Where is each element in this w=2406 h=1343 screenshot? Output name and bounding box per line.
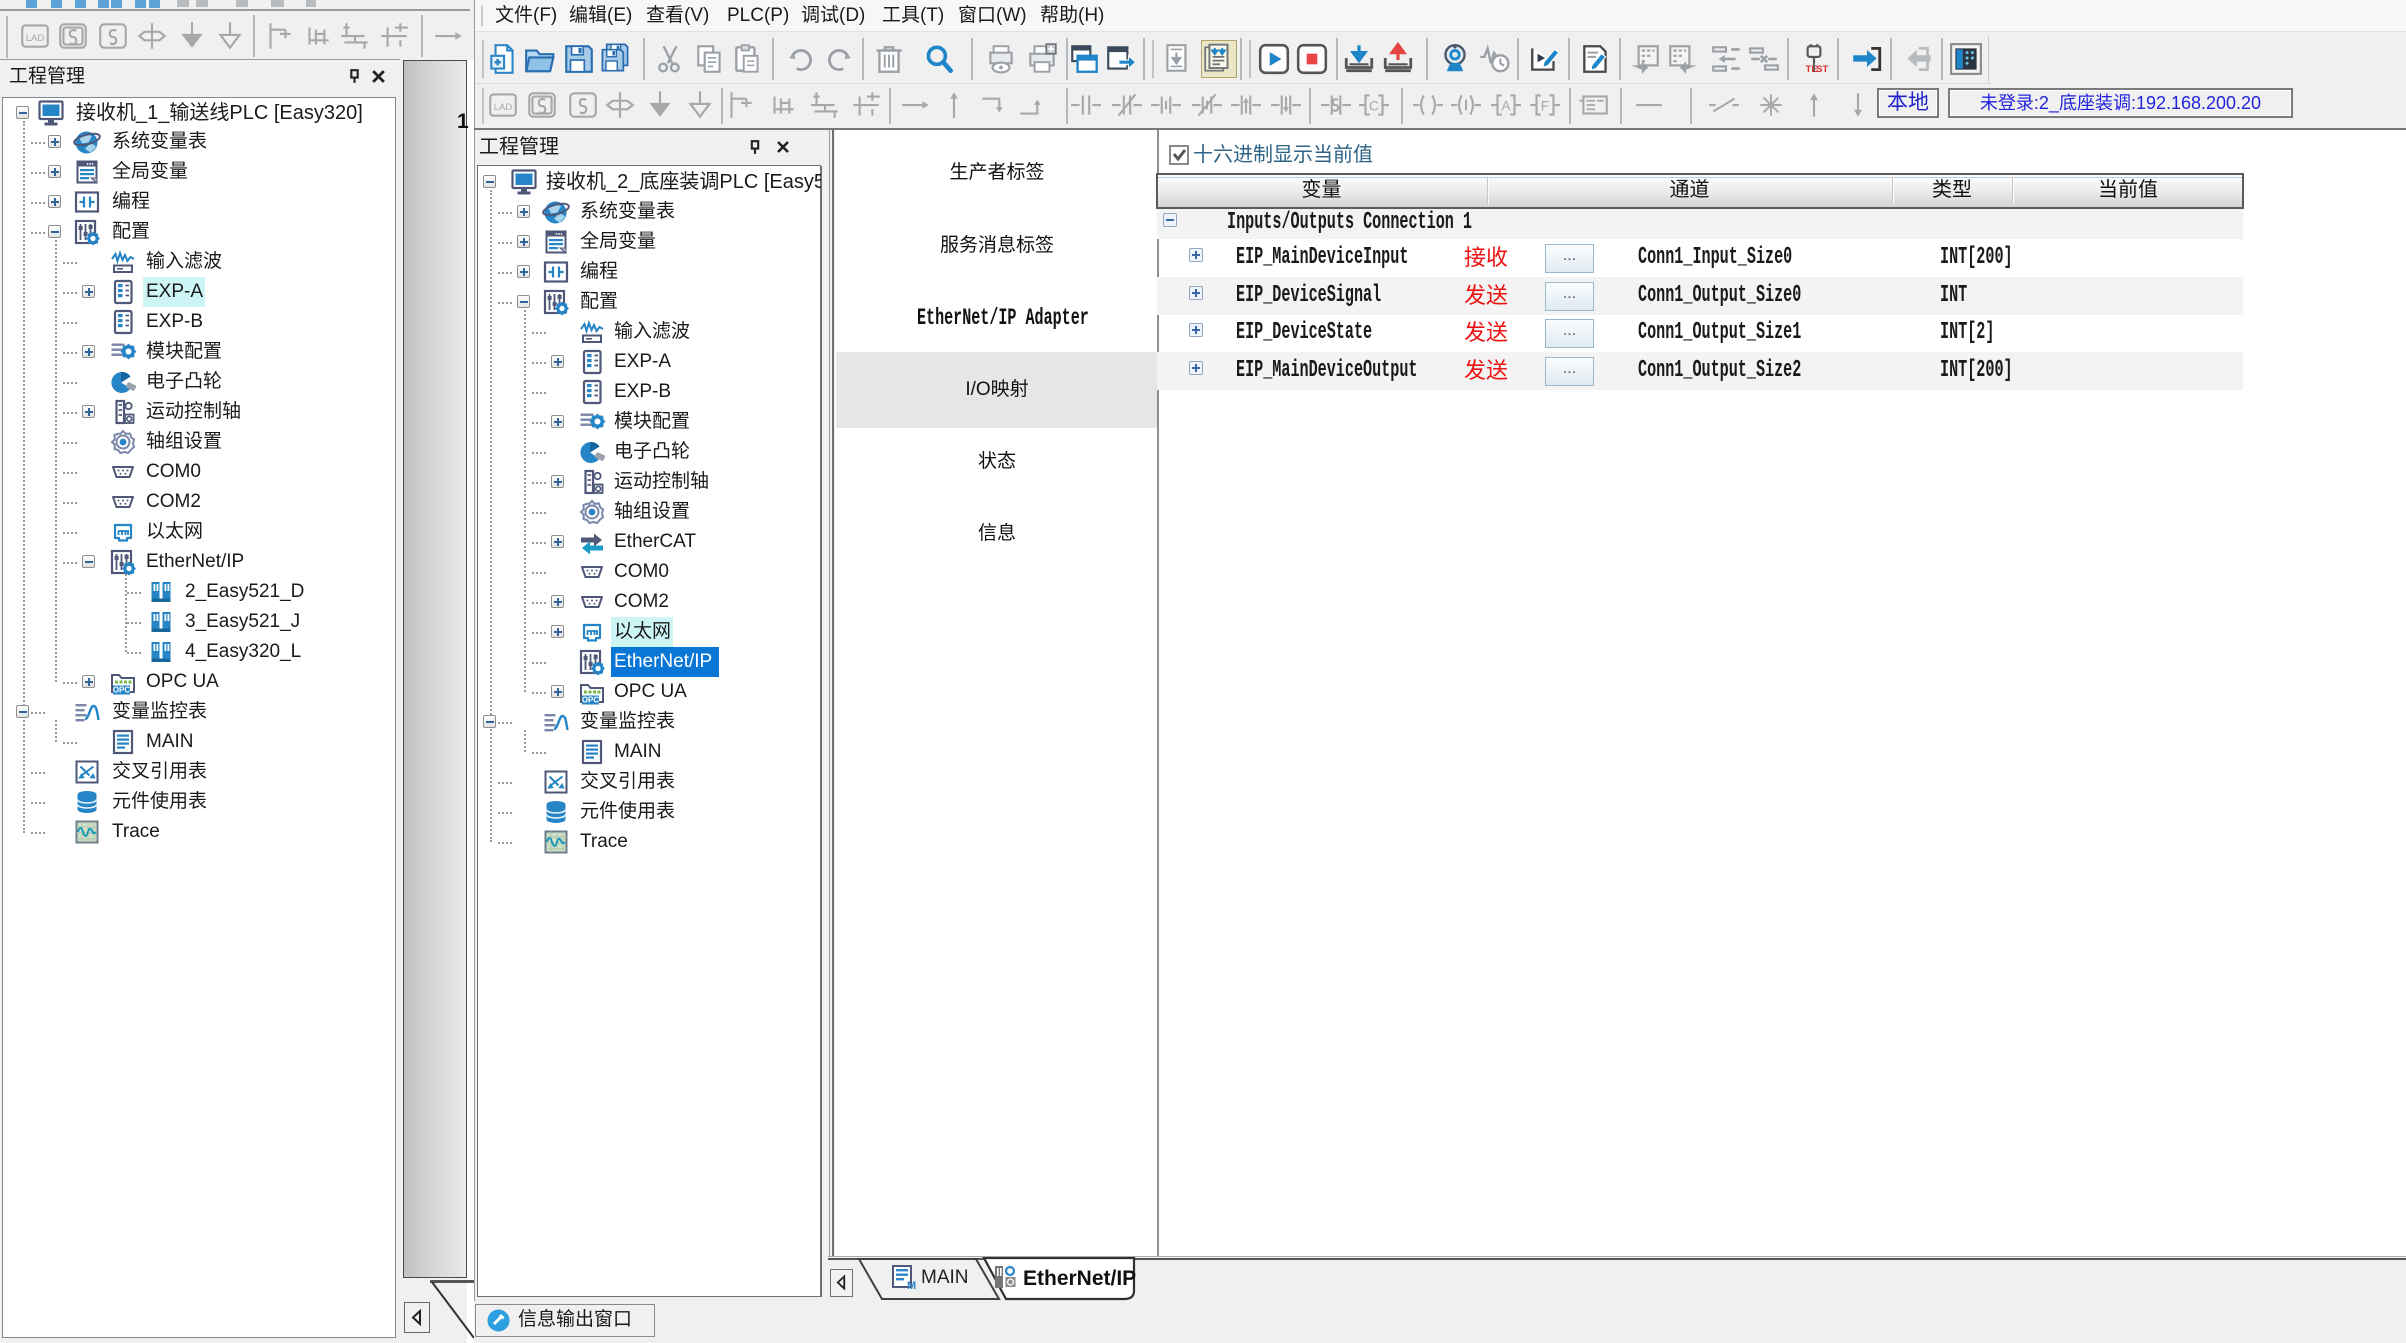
svg-text:OPC: OPC	[582, 696, 600, 705]
svg-text:ST: ST	[1816, 64, 1828, 75]
svg-text:LAD: LAD	[26, 33, 45, 44]
svg-text:F: F	[1541, 97, 1549, 113]
svg-text:M: M	[907, 1280, 916, 1292]
svg-text:LAD: LAD	[494, 102, 513, 113]
svg-text:C: C	[1369, 97, 1379, 113]
svg-text:OPC: OPC	[113, 686, 131, 695]
svg-text:A: A	[1501, 97, 1511, 113]
